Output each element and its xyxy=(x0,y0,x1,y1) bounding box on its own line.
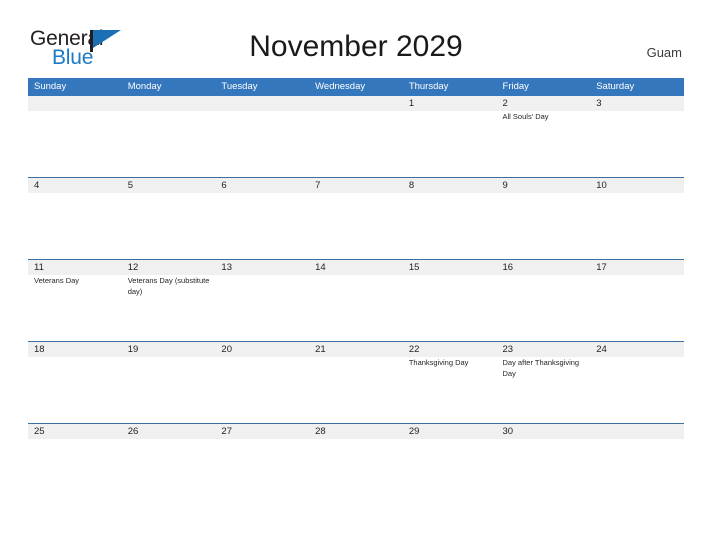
day-number: 3 xyxy=(596,98,602,109)
holiday-event: Veterans Day (substitute day) xyxy=(127,276,210,296)
calendar-week-row: 11 Veterans Day 12 Veterans Day (substitute… xyxy=(28,259,684,341)
day-number: 1 xyxy=(408,98,415,109)
day-number: 9 xyxy=(502,180,508,191)
day-cell-24[interactable]: 24 xyxy=(590,342,684,423)
day-number: 15 xyxy=(408,262,420,273)
day-cell-14[interactable]: 14 xyxy=(309,260,403,341)
day-cell-2[interactable]: 2 All Souls' Day xyxy=(497,96,591,177)
day-number: 8 xyxy=(408,180,415,191)
day-cell-empty xyxy=(28,96,122,177)
day-cell-empty xyxy=(309,96,403,177)
day-number: 27 xyxy=(221,426,232,437)
day-number: 18 xyxy=(34,344,45,355)
week-day-cells: 1 2 All Souls' Day 3 xyxy=(28,96,684,177)
weekday-header-wednesday: Wednesday xyxy=(315,81,366,92)
day-number: 25 xyxy=(34,426,45,437)
day-cell-9[interactable]: 9 xyxy=(497,178,591,259)
day-number: 26 xyxy=(127,426,139,437)
day-cell-13[interactable]: 13 xyxy=(215,260,309,341)
day-cell-18[interactable]: 18 xyxy=(28,342,122,423)
day-number: 21 xyxy=(315,344,326,355)
day-number: 17 xyxy=(596,262,607,273)
day-number: 5 xyxy=(127,180,133,191)
day-events: All Souls' Day xyxy=(503,112,586,123)
holiday-event: All Souls' Day xyxy=(502,112,549,121)
day-number: 13 xyxy=(221,262,232,273)
weekday-header-tuesday: Tuesday xyxy=(221,81,258,92)
holiday-event: Veterans Day xyxy=(34,276,80,285)
day-cell-7[interactable]: 7 xyxy=(309,178,403,259)
day-number: 6 xyxy=(221,180,227,191)
day-number: 29 xyxy=(408,426,420,437)
day-cell-25[interactable]: 25 xyxy=(28,424,122,505)
weekday-header-saturday: Saturday xyxy=(596,81,635,92)
weekday-header-friday: Friday xyxy=(502,81,529,92)
day-number: 30 xyxy=(502,426,514,437)
day-cell-1[interactable]: 1 xyxy=(403,96,497,177)
day-events: Thanksgiving Day xyxy=(409,358,492,369)
week-day-cells: 18 19 20 21 22 Thanksgiving Day 23 Day after Th… xyxy=(28,342,684,423)
day-cell-23[interactable]: 23 Day after Thanksgiving Day xyxy=(497,342,591,423)
weekday-header-monday: Monday xyxy=(127,81,162,92)
day-number: 28 xyxy=(315,426,326,437)
day-cell-8[interactable]: 8 xyxy=(403,178,497,259)
calendar-week-row: 4 5 6 7 8 9 10 xyxy=(28,177,684,259)
day-cell-20[interactable]: 20 xyxy=(215,342,309,423)
day-events: Day after Thanksgiving Day xyxy=(503,358,586,379)
day-number: 24 xyxy=(596,344,607,355)
weekday-header-thursday: Thursday xyxy=(408,81,449,92)
day-cell-16[interactable]: 16 xyxy=(497,260,591,341)
location-label: Guam xyxy=(646,45,682,60)
day-number: 11 xyxy=(34,262,44,273)
day-cell-19[interactable]: 19 xyxy=(122,342,216,423)
day-cell-12[interactable]: 12 Veterans Day (substitute day) xyxy=(122,260,216,341)
day-cell-30[interactable]: 30 xyxy=(497,424,591,505)
day-number: 16 xyxy=(502,262,514,273)
day-number: 12 xyxy=(127,262,139,273)
day-cell-5[interactable]: 5 xyxy=(122,178,216,259)
week-day-cells: 25 26 27 28 29 30 xyxy=(28,424,684,505)
day-cell-10[interactable]: 10 xyxy=(590,178,684,259)
week-day-cells: 11 Veterans Day 12 Veterans Day (substitute… xyxy=(28,260,684,341)
week-day-cells: 4 5 6 7 8 9 10 xyxy=(28,178,684,259)
day-cell-17[interactable]: 17 xyxy=(590,260,684,341)
day-cell-6[interactable]: 6 xyxy=(215,178,309,259)
day-cell-11[interactable]: 11 Veterans Day xyxy=(28,260,122,341)
calendar-week-row: 1 2 All Souls' Day 3 xyxy=(28,96,684,177)
day-cell-empty xyxy=(590,424,684,505)
page-header: General Blue November 2029 Guam xyxy=(0,0,712,78)
holiday-event: Thanksgiving Day xyxy=(408,358,469,367)
day-number: 10 xyxy=(596,180,607,191)
day-number: 22 xyxy=(408,344,420,355)
page-title: November 2029 xyxy=(249,30,463,63)
day-cell-22[interactable]: 22 Thanksgiving Day xyxy=(403,342,497,423)
holiday-event: Day after Thanksgiving Day xyxy=(502,358,580,378)
day-cell-15[interactable]: 15 xyxy=(403,260,497,341)
weekday-header-sunday: Sunday xyxy=(34,81,67,92)
day-cell-4[interactable]: 4 xyxy=(28,178,122,259)
day-number: 20 xyxy=(221,344,232,355)
weekday-header-row: Sunday Monday Tuesday Wednesday Thursday Frid… xyxy=(28,78,684,96)
day-number: 14 xyxy=(315,262,326,273)
day-cell-empty xyxy=(122,96,216,177)
day-number: 19 xyxy=(127,344,139,355)
day-cell-27[interactable]: 27 xyxy=(215,424,309,505)
day-cell-26[interactable]: 26 xyxy=(122,424,216,505)
calendar-week-row: 18 19 20 21 22 Thanksgiving Day 23 Day after Th… xyxy=(28,341,684,423)
day-cell-empty xyxy=(215,96,309,177)
day-cell-3[interactable]: 3 xyxy=(590,96,684,177)
calendar-week-row: 25 26 27 28 29 30 xyxy=(28,423,684,505)
day-cell-29[interactable]: 29 xyxy=(403,424,497,505)
calendar-weeks: 1 2 All Souls' Day 3 4 5 6 7 8 9 10 11 Veterans Day 1… xyxy=(28,96,684,505)
day-number: 23 xyxy=(502,344,514,355)
day-cell-28[interactable]: 28 xyxy=(309,424,403,505)
day-number: 2 xyxy=(502,98,508,109)
day-events: Veterans Day (substitute day) xyxy=(128,276,211,297)
day-number: 4 xyxy=(34,180,40,191)
day-events: Veterans Day xyxy=(34,276,117,287)
calendar-grid: Sunday Monday Tuesday Wednesday Thursday Frid… xyxy=(28,78,684,505)
day-number: 7 xyxy=(315,180,321,191)
day-cell-21[interactable]: 21 xyxy=(309,342,403,423)
